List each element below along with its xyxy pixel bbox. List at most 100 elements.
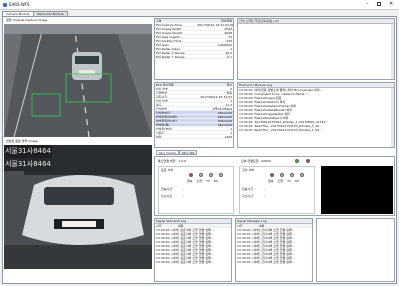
log-line: 13:30:00 [서버] 표준서버 소켓 연결 실패...: [155, 260, 231, 264]
standard-server-group: 표준 서버 접속 소켓 TX RX 전송시간 - 수신시간 -: [158, 166, 234, 214]
maximize-icon[interactable]: [377, 2, 381, 6]
signal-standard-log: Signal Standard Log 시간 내용 13:30:00 [서버] 표…: [154, 218, 232, 282]
close-icon[interactable]: ✕: [389, 1, 393, 7]
cell-key: 차선 번호: [156, 99, 168, 102]
cell-value: 2017/06/12 15:31:03:091: [197, 23, 233, 26]
filecomm-scrollbar[interactable]: [391, 88, 394, 147]
title-bar: EARS-WFS – ✕: [0, 0, 399, 10]
standard-stage-labels: 접속 소켓 TX RX: [187, 179, 219, 183]
log-message: [서버] 간이서버 소켓 연결 실패...: [252, 260, 295, 264]
cell-value: 26.0: [225, 51, 232, 54]
road-scene-svg: [4, 24, 152, 137]
recv-time-value: -: [264, 194, 266, 198]
cell-value: -0.1: [226, 55, 232, 58]
socket-indicator: [280, 173, 284, 177]
cell-value: 1: [230, 127, 232, 130]
cell-value: 063.0x26: [217, 115, 232, 118]
cell-key: Ext Image Height: [156, 31, 183, 34]
socket-indicator: [199, 173, 203, 177]
table-row[interactable]: 처리 1408: [155, 135, 233, 139]
log-time: 13:30:00: [237, 260, 251, 264]
cell-key: Ext Shutter Time: [156, 39, 182, 42]
cell-value: 046.0x26: [217, 119, 232, 122]
filecomm-log: FileComm Module Log 13:30:00 여러(전동 장발스쳐 결…: [237, 82, 395, 148]
right-bottom-panel: [316, 218, 395, 282]
cell-value: 1: [230, 131, 232, 134]
cell-key: 차선 번호: [156, 87, 168, 90]
simple-indicators: [270, 173, 304, 177]
standard-indicators: [189, 173, 223, 177]
cell-key: 진행방향: [156, 91, 168, 94]
cell-value: 1: [230, 47, 232, 50]
cell-key: 검지시간: [156, 95, 168, 98]
cell-key: Ext Radar Y_Range: [156, 55, 185, 58]
tab-stcc-cfg[interactable]: Stcc Cfg: [179, 150, 198, 155]
standard-server-label: 표준 서버: [161, 168, 173, 172]
tx-indicator: [290, 173, 294, 177]
plate-crop-1: 서울31사8464: [4, 145, 52, 158]
cell-value: 좌측: [226, 91, 232, 94]
cell-value: 0.000000: [217, 43, 232, 46]
preview-black-box: [321, 166, 393, 214]
cell-key: 인식번호판: [156, 111, 170, 114]
cell-key: 번호판위치Y(상): [156, 119, 177, 122]
status-indicator-1: [295, 159, 299, 163]
recv-time-label: 수신시간: [242, 194, 254, 198]
cell-key: Ext Gain: [156, 43, 169, 46]
cell-value: 11.3: [225, 103, 232, 106]
cell-key: Ext Jpeg Quality: [156, 35, 181, 38]
tx-indicator: [209, 173, 213, 177]
cell-value: 2048: [224, 31, 232, 34]
cell-value: 2592: [224, 27, 232, 30]
cell-key: 번호판(폭): [156, 123, 170, 126]
cell-key: 신뢰도: [156, 131, 165, 134]
table-row[interactable]: Ext Radar Y_Range -0.1: [155, 55, 233, 59]
cell-key: 인식번호: [156, 107, 168, 110]
original-capture-image: [4, 24, 152, 137]
send-time-label: 전송시간: [161, 187, 173, 191]
app-icon: [3, 3, 7, 7]
info-panel-title: 간이 스마트 무인단속(정보) (0): [238, 19, 394, 24]
rx-indicator: [219, 173, 223, 177]
status-area: 통신연결 버전 : 1.0.0 단속 연결요청 : 00000 표준 서버 접속…: [154, 156, 395, 216]
minimize-icon[interactable]: –: [366, 2, 369, 7]
conn-indicator: [270, 173, 274, 177]
rx-indicator: [300, 173, 304, 177]
cell-key: Ext Radar Index: [156, 47, 180, 50]
simple-server-group: 간이 서버 접속 소켓 TX RX 전송시간 - 수신시간 -: [239, 166, 315, 214]
simple-server-label: 간이 서버: [242, 168, 254, 172]
plate-area-label: 번호판 원본 영역 Image: [6, 139, 38, 143]
conn-indicator: [189, 173, 193, 177]
cell-value: 063.0x26: [217, 123, 232, 126]
cell-key: 번호판(높이): [156, 127, 173, 130]
recv-time-label: 수신시간: [161, 194, 173, 198]
plate-crop-2: 서울31사8464: [4, 158, 52, 171]
send-time-label: 전송시간: [242, 187, 254, 191]
cell-value: 1408: [224, 135, 232, 138]
status-left-title: 통신연결 버전 : 1.0.0: [158, 159, 187, 163]
cell-key: Ext Radar X_Range: [156, 51, 185, 54]
simple-stage-labels: 접속 소켓 TX RX: [268, 179, 300, 183]
log-message: [서버] 표준서버 소켓 연결 실패...: [171, 260, 214, 264]
cell-value: 063.0x26: [217, 111, 232, 114]
log-message: Read File : 20170612153103_Rdxdex_1_20..…: [254, 128, 322, 132]
tab-stcc-comm[interactable]: Stcc Comm: [156, 150, 180, 155]
cell-value: 2017/06/12 15:31:03: [200, 95, 232, 98]
ets-info-table: ETS 정보항목 정보 차선 번호 2 진행방향 좌측 검지시간 2017/06/12 1…: [154, 82, 234, 148]
log-line: 13:30:00 [서버] 간이서버 소켓 연결 실패...: [236, 260, 312, 264]
plate-text-2: 서울31사8464: [4, 160, 52, 168]
info-panel-scrollbar[interactable]: [391, 24, 394, 79]
log-time: 13:30:00: [156, 260, 170, 264]
cell-value: 75: [228, 35, 232, 38]
cell-value: 서울31사8464: [212, 107, 232, 110]
cell-key: Ext Image Width: [156, 27, 181, 30]
info-panel: 간이 스마트 무인단속(정보) (0): [237, 18, 395, 80]
log-line: 13:30:00 Read File : 20170612153103_Rdxde…: [238, 128, 394, 132]
send-time-value: -: [264, 187, 266, 191]
plate-text-1: 서울31사8464: [4, 147, 52, 155]
capture-info-table: 구분 정보항목 Ext Capture Time 2017/06/12 15:31…: [154, 18, 234, 80]
cell-key: 처리: [156, 135, 162, 138]
window-title: EARS-WFS: [9, 2, 30, 7]
log-time: 13:30:00: [239, 128, 253, 132]
send-time-value: -: [183, 187, 185, 191]
